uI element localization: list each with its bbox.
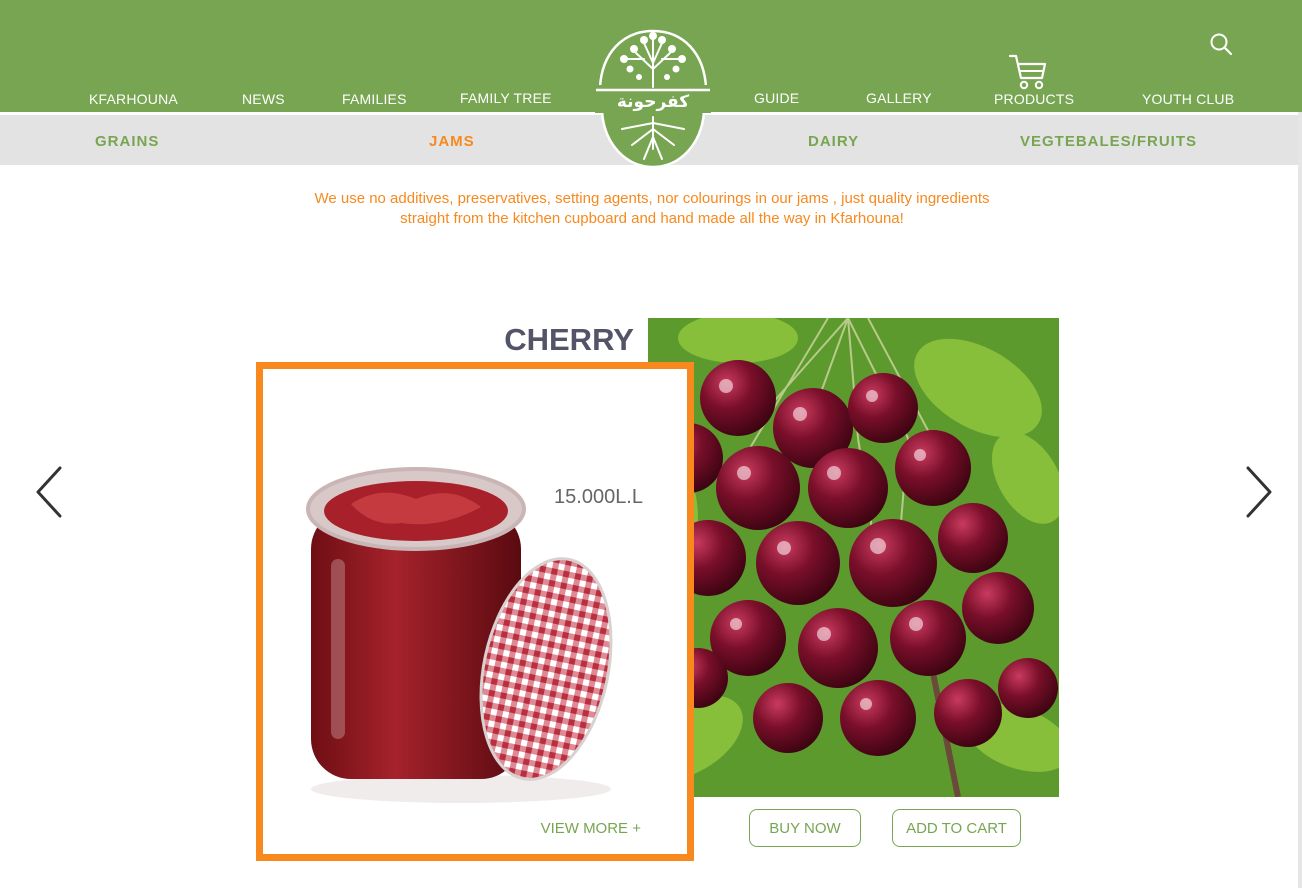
logo-text: كفرحونة xyxy=(617,92,689,112)
view-more-link[interactable]: VIEW MORE + xyxy=(533,820,641,837)
search-icon[interactable] xyxy=(1208,31,1234,57)
nav-families[interactable]: FAMILIES xyxy=(342,91,407,107)
category-dairy[interactable]: DAIRY xyxy=(808,133,859,150)
nav-gallery[interactable]: GALLERY xyxy=(866,90,932,106)
category-vegetables-fruits[interactable]: VEGTEBALES/FRUITS xyxy=(1020,133,1197,150)
product-title: CHERRY xyxy=(504,322,634,357)
category-jams[interactable]: JAMS xyxy=(429,133,475,150)
cart-icon[interactable] xyxy=(1008,54,1048,92)
nav-guide[interactable]: GUIDE xyxy=(754,90,799,106)
product-card[interactable]: 15.000L.L VIEW MORE + xyxy=(256,362,694,861)
add-to-cart-button[interactable]: ADD TO CART xyxy=(892,809,1021,847)
nav-news[interactable]: NEWS xyxy=(242,91,285,107)
cherry-photo xyxy=(648,318,1059,797)
nav-kfarhouna[interactable]: KFARHOUNA xyxy=(89,91,178,107)
nav-family-tree[interactable]: FAMILY TREE xyxy=(460,90,552,106)
page-scroll-edge xyxy=(1298,112,1302,888)
category-grains[interactable]: GRAINS xyxy=(95,133,159,150)
nav-youth-club[interactable]: YOUTH CLUB xyxy=(1142,91,1234,107)
kfarhouna-logo[interactable]: كفرحونة xyxy=(594,29,712,169)
buy-now-button[interactable]: BUY NOW xyxy=(749,809,861,847)
product-price: 15.000L.L xyxy=(554,486,643,508)
chevron-left-icon[interactable] xyxy=(34,465,64,519)
chevron-right-icon[interactable] xyxy=(1244,465,1274,519)
intro-text: We use no additives, preservatives, sett… xyxy=(314,190,990,227)
nav-products[interactable]: PRODUCTS xyxy=(994,91,1074,107)
